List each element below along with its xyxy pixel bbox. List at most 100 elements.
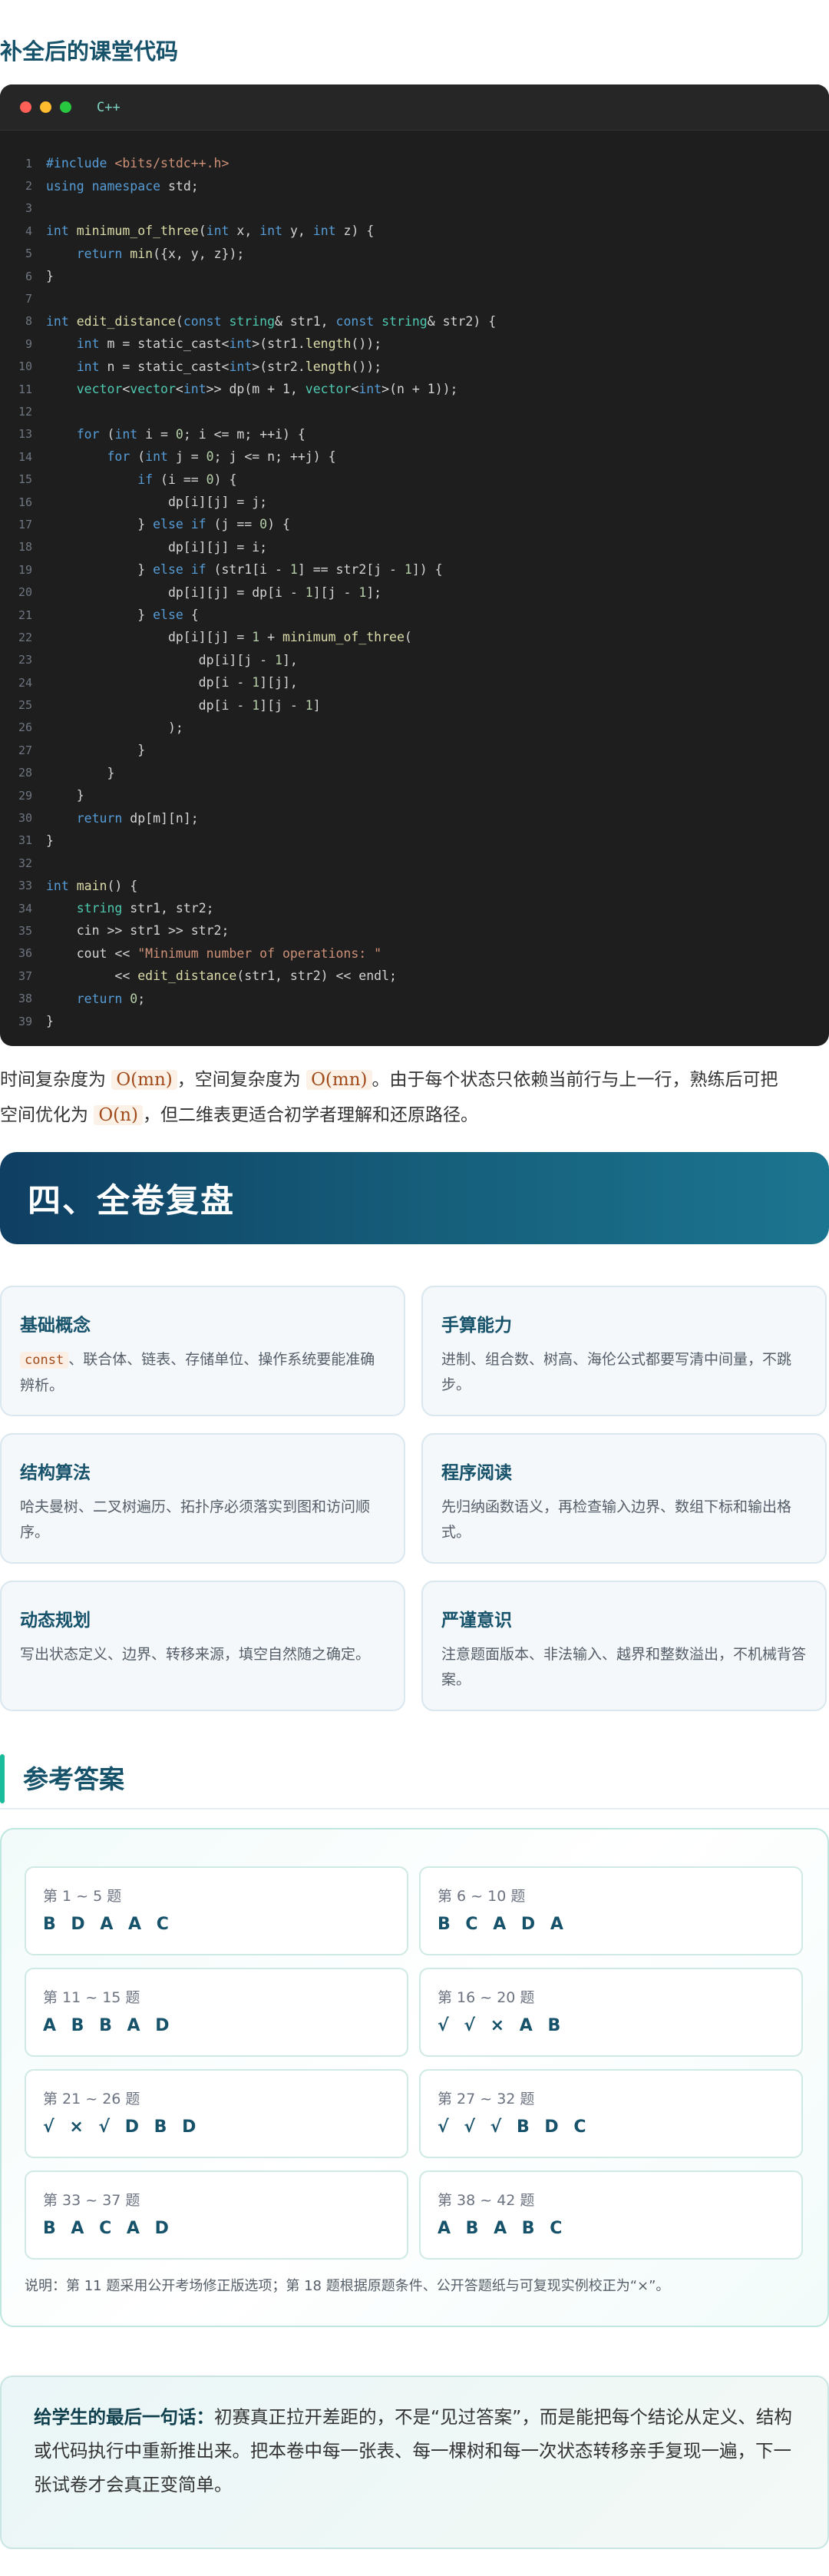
code-line: 32 — [0, 852, 829, 874]
line-number: 30 — [18, 811, 32, 826]
line-number: 2 — [25, 179, 32, 194]
code-token: (str1, str2) << endl; — [236, 968, 397, 984]
minimize-dot-icon — [40, 101, 51, 113]
line-code: using namespace std; — [46, 179, 199, 194]
code-token: edit_distance — [76, 313, 176, 329]
code-line: 14 for (int j = 0; j <= n; ++j) { — [0, 445, 829, 468]
code-token: dp[i - — [46, 697, 253, 713]
answer-values: A B B A D — [43, 2016, 174, 2035]
code-line: 33 int main() { — [0, 875, 829, 897]
line-number: 25 — [18, 698, 32, 713]
code-token: >(n + 1)); — [381, 382, 458, 397]
review-card-text: 先归纳函数语义，再检查输入边界、数组下标和输出格式。 — [441, 1498, 792, 1541]
code-token: minimum_of_three — [282, 630, 405, 645]
line-number: 28 — [18, 766, 32, 780]
code-token: 1 — [252, 675, 260, 690]
answers-accent-bar — [0, 1754, 5, 1803]
line-number: 19 — [18, 562, 32, 577]
line-number: 13 — [18, 427, 32, 442]
code-token: cin >> str1 >> str2; — [46, 923, 230, 939]
code-token: int — [312, 223, 336, 239]
code-line: 18 dp[i][j] = i; — [0, 536, 829, 558]
code-token: y, — [282, 223, 313, 239]
answer-range-label: 第 27 ~ 32 题 — [438, 2091, 535, 2107]
code-token: 1 — [289, 562, 298, 578]
code-line: 30 return dp[m][n]; — [0, 806, 829, 829]
review-card-text: 注意题面版本、非法输入、越界和整数溢出，不机械背答案。 — [441, 1646, 807, 1688]
code-line: 27 } — [0, 739, 829, 761]
code-line: 2 using namespace std; — [0, 174, 829, 197]
line-code: for (int i = 0; i <= m; ++i) { — [46, 427, 306, 442]
code-token: length — [305, 336, 352, 352]
answer-values: A B A B C — [438, 2219, 567, 2238]
code-token: ( — [175, 313, 183, 329]
code-token: 1 — [358, 584, 367, 600]
code-token: (i == — [153, 472, 206, 487]
code-token: int — [358, 382, 382, 397]
code-token: return — [76, 810, 123, 826]
answer-range-label: 第 33 ~ 37 题 — [43, 2192, 140, 2209]
line-number: 24 — [18, 675, 32, 690]
review-card-reading: 程序阅读 先归纳函数语义，再检查输入边界、数组下标和输出格式。 — [421, 1433, 827, 1564]
code-token: ( — [404, 630, 412, 645]
review-card-dp: 动态规划 写出状态定义、边界、转移来源，填空自然随之确定。 — [0, 1581, 405, 1711]
code-language-label: C++ — [97, 99, 121, 115]
code-line: 37 << edit_distance(str1, str2) << endl; — [0, 965, 829, 987]
code-token: ] == str2[j - — [297, 562, 405, 578]
answer-cell: 第 16 ~ 20 题 √ √ × A B — [419, 1968, 803, 2057]
code-token: 1 — [404, 562, 412, 578]
code-line: 8 int edit_distance(const string& str1, c… — [0, 310, 829, 333]
code-body: 1 #include <bits/stdc++.h> 2 using namespac… — [0, 131, 829, 1032]
code-token: dp[i][j] = dp[i - — [46, 584, 306, 600]
review-card-text: const 、联合体、链表、存储单位、操作系统要能准确辨析。 — [20, 1351, 375, 1394]
line-code: ); — [46, 720, 183, 735]
line-number: 3 — [25, 201, 32, 216]
code-token: int — [229, 359, 253, 374]
line-code: #include <bits/stdc++.h> — [46, 156, 229, 171]
line-code: << edit_distance(str1, str2) << endl; — [46, 968, 397, 983]
answer-values: B D A A C — [43, 1915, 173, 1934]
code-token: & str2) { — [427, 313, 497, 329]
section-banner: 四、全卷复盘 — [0, 1152, 829, 1244]
code-line: 15 if (i == 0) { — [0, 468, 829, 490]
code-token: int — [183, 382, 206, 397]
line-code: dp[i - 1][j - 1] — [46, 698, 321, 713]
code-token: ; — [137, 991, 146, 1006]
code-token: () { — [107, 878, 138, 893]
code-token: int — [46, 313, 69, 329]
code-token: 1 — [275, 652, 282, 667]
code-token: ()); — [351, 359, 382, 374]
code-token: dp[i][j] = — [46, 630, 253, 645]
line-number: 34 — [18, 901, 32, 916]
line-number: 6 — [25, 269, 32, 283]
code-token: n = static_cast< — [99, 359, 230, 374]
answer-range-label: 第 6 ~ 10 题 — [438, 1888, 526, 1905]
code-line: 10 int n = static_cast<int>(str2.length(… — [0, 356, 829, 378]
code-token: } — [46, 833, 54, 848]
code-token: i = — [137, 426, 176, 442]
line-number: 10 — [18, 359, 32, 374]
answer-cell: 第 27 ~ 32 题 √ √ √ B D C — [419, 2069, 803, 2158]
line-number: 15 — [18, 472, 32, 487]
line-number: 33 — [18, 879, 32, 893]
code-token: return — [76, 991, 123, 1006]
answers-panel: 第 1 ~ 5 题 B D A A C 第 6 ~ 10 题 B C A D A… — [0, 1828, 829, 2327]
code-line: 34 string str1, str2; — [0, 897, 829, 919]
code-line: 17 } else if (j == 0) { — [0, 513, 829, 535]
code-token: if — [137, 472, 154, 487]
code-token: dp[i][j] = i; — [46, 539, 268, 555]
code-line: 7 — [0, 287, 829, 310]
line-code: } — [46, 766, 114, 780]
code-line: 39} — [0, 1010, 829, 1032]
line-number: 29 — [18, 788, 32, 803]
line-code: return 0; — [46, 992, 145, 1006]
review-card-text: 写出状态定义、边界、转移来源，填空自然随之确定。 — [20, 1646, 371, 1663]
code-token: const — [335, 313, 375, 329]
review-card-text: 哈夫曼树、二叉树遍历、拓扑序必须落实到图和访问顺序。 — [20, 1498, 371, 1541]
